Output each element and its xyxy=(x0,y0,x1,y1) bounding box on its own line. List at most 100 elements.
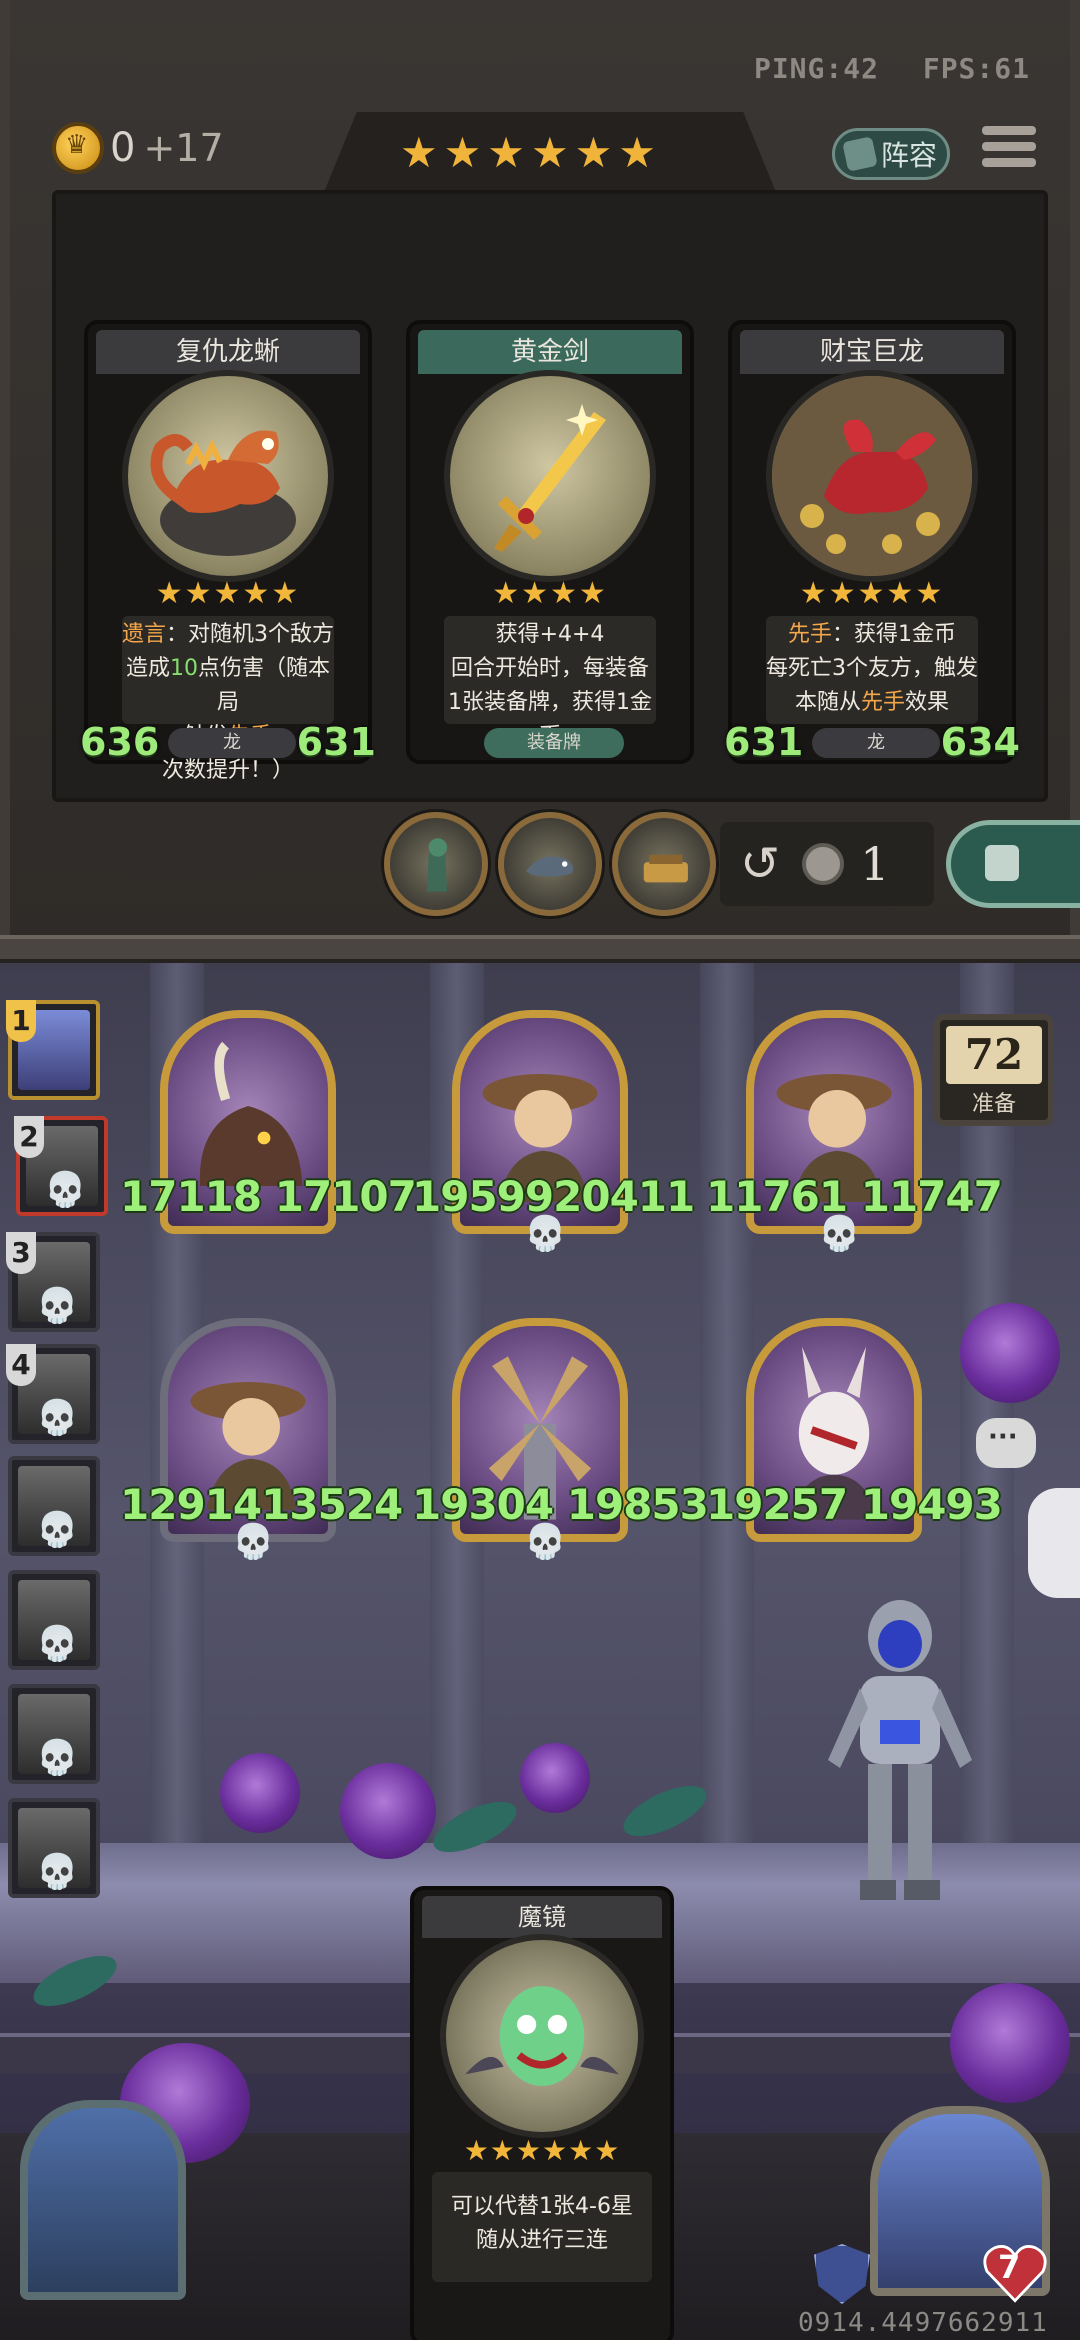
shop-actions: ↺ 1 xyxy=(380,808,1080,918)
card-health: 634 xyxy=(940,720,1020,764)
keyword-text: 10 xyxy=(170,656,198,681)
opponent-rank: 4 xyxy=(6,1344,36,1386)
hero-robot-figure xyxy=(828,1600,972,1900)
card-text-segment: 本随从 xyxy=(794,690,861,715)
network-stats: PING:42 FPS:61 xyxy=(728,52,1030,85)
card-text-segment: 每死亡3个友方，触发 xyxy=(766,656,978,681)
minion-stats: 19257 19493 xyxy=(706,1480,1003,1529)
fish-hook-button[interactable] xyxy=(498,812,602,916)
opponent-slot[interactable]: 💀 xyxy=(8,1798,100,1898)
card-text-segment: ：对随机3个敌方 xyxy=(166,622,335,647)
dragon-lizard-art xyxy=(122,370,334,582)
card-health: 631 xyxy=(296,720,376,764)
chat-icon[interactable] xyxy=(976,1418,1036,1468)
minion-health: 19493 xyxy=(860,1480,1003,1529)
card-text-segment: 点伤害（随本局 xyxy=(198,656,331,715)
shop-card-treasure-dragon[interactable]: 财宝巨龙 ★★★★★ 先手：获得1金币 每死亡3个友方，触发 本随从先手效果 631… xyxy=(724,320,1020,764)
tavern-tier-stars: ★★★★★★ xyxy=(400,128,662,177)
rose-decoration xyxy=(220,1753,300,1833)
lineup-button-label: 阵容 xyxy=(880,139,937,172)
card-name: 复仇龙蜥 xyxy=(96,330,360,374)
minion-attack: 19257 xyxy=(706,1480,848,1529)
card-name: 财宝巨龙 xyxy=(740,330,1004,374)
shop-panel: PING:42 FPS:61 0 +17 ★★★★★★ 阵容 复仇龙蜥 ★★★★… xyxy=(0,0,1080,935)
board-minion-cowboy[interactable]: 1291413524 💀 xyxy=(120,1318,403,1562)
opponent-slot[interactable]: 1 xyxy=(6,1000,100,1100)
gold-income: +17 xyxy=(143,126,224,170)
card-description: 获得+4+4回合开始时，每装备1张装备牌，获得1金币 xyxy=(444,616,656,749)
leaf-decoration xyxy=(616,1775,714,1847)
skull-icon: 💀 xyxy=(36,1624,79,1664)
board-minion-cowboy[interactable]: 11761 11747 💀 xyxy=(706,1010,1003,1254)
card-text-segment: 效果 xyxy=(905,690,950,715)
opponent-slot[interactable]: 💀 xyxy=(8,1570,100,1670)
opponent-slot[interactable]: 💀 xyxy=(8,1684,100,1784)
card-text-segment: ：获得1金币 xyxy=(832,622,956,647)
dragon-soldier-button[interactable] xyxy=(384,812,488,916)
gold-display: 0 +17 xyxy=(52,122,224,174)
card-stars: ★★★★★ xyxy=(155,576,301,611)
rose-decoration xyxy=(960,1303,1060,1403)
trap-button[interactable] xyxy=(612,812,716,916)
fish-icon xyxy=(526,856,573,877)
ping-readout: PING:42 xyxy=(753,52,879,85)
skull-icon: 💀 xyxy=(36,1398,79,1438)
lineup-button[interactable]: 阵容 xyxy=(832,128,950,180)
hero-health: 7 xyxy=(998,2248,1021,2286)
side-drawer-tab[interactable] xyxy=(1028,1488,1080,1598)
card-text-segment: 获得+4+4 xyxy=(495,622,605,647)
card-tribe: 龙 xyxy=(812,728,940,758)
card-name: 黄金剑 xyxy=(418,330,682,374)
prepare-count: 72 xyxy=(946,1026,1042,1084)
board-minion-masked-rabbit[interactable]: 19257 19493 xyxy=(706,1318,1003,1554)
keyword-text: 遗言 xyxy=(122,622,167,647)
gold-amount: 0 xyxy=(110,125,136,171)
lock-icon xyxy=(985,845,1019,881)
card-text-segment: 造成 xyxy=(125,656,170,681)
card-text-segment: 次数提升！） xyxy=(161,758,294,783)
skull-icon: 💀 xyxy=(232,1522,275,1562)
prepare-label: 准备 xyxy=(971,1092,1016,1117)
minion-stats: 17118 17107 xyxy=(120,1172,417,1221)
menu-button[interactable] xyxy=(982,126,1036,178)
board-minion-boar[interactable]: 17118 17107 xyxy=(120,1010,417,1246)
magic-mirror-art xyxy=(440,1934,644,2138)
card-attack: 631 xyxy=(724,720,804,764)
shop-card-revenge-drake[interactable]: 复仇龙蜥 ★★★★★ 遗言：对随机3个敌方造成10点伤害（随本局触发先手次数提升… xyxy=(80,320,376,783)
card-text-segment: 回合开始时，每装备 xyxy=(450,656,649,681)
build-id: 0914.4497662911 8 xyxy=(798,2308,1048,2340)
opponent-slot[interactable]: 💀 xyxy=(8,1456,100,1556)
menu-icon xyxy=(982,126,1036,135)
minion-health: 13524 xyxy=(261,1480,403,1529)
lock-shop-button[interactable] xyxy=(946,820,1080,908)
board-minion-windmill[interactable]: 19304 19853 💀 xyxy=(412,1318,709,1562)
hand-card-magic-mirror[interactable]: 魔镜 ★★★★★★ 可以代替1张4-6星 随从进行三连 xyxy=(410,1886,674,2340)
rose-decoration xyxy=(950,1983,1070,2103)
treasure-dragon-art xyxy=(766,370,978,582)
opponent-slot[interactable]: 💀 4 xyxy=(6,1344,100,1444)
skull-icon: 💀 xyxy=(36,1286,79,1326)
silver-coin-icon xyxy=(802,843,845,885)
skull-icon: 💀 xyxy=(524,1522,567,1562)
card-tribe: 装备牌 xyxy=(484,728,624,758)
opponent-rank: 2 xyxy=(14,1116,44,1158)
shop-card-golden-sword[interactable]: 黄金剑 ★★★★ 获得+4+4回合开始时，每装备1张装备牌，获得1金币 装备牌 xyxy=(406,320,694,764)
card-stars: ★★★★★★ xyxy=(463,2134,621,2167)
card-stars: ★★★★ xyxy=(492,576,608,611)
opponent-slot[interactable]: 💀 3 xyxy=(6,1232,100,1332)
card-tribe: 龙 xyxy=(168,728,296,758)
skull-icon: 💀 xyxy=(36,1510,79,1550)
refresh-cost: 1 xyxy=(860,837,890,891)
card-stars: ★★★★★ xyxy=(799,576,945,611)
minion-health: 20411 xyxy=(553,1172,695,1221)
refresh-shop-button[interactable]: ↺ 1 xyxy=(720,822,934,906)
skull-icon: 💀 xyxy=(524,1214,567,1254)
rose-decoration xyxy=(340,1763,436,1859)
lineup-book-icon xyxy=(842,136,878,172)
board-minion-cowboy[interactable]: 1959920411 💀 xyxy=(412,1010,695,1254)
golden-sword-art xyxy=(444,370,656,582)
skull-icon: 💀 xyxy=(36,1738,79,1778)
opponent-slot-current[interactable]: 💀 2 xyxy=(14,1116,108,1216)
left-hero-frame[interactable] xyxy=(20,2100,186,2300)
minion-health: 17107 xyxy=(274,1172,417,1221)
